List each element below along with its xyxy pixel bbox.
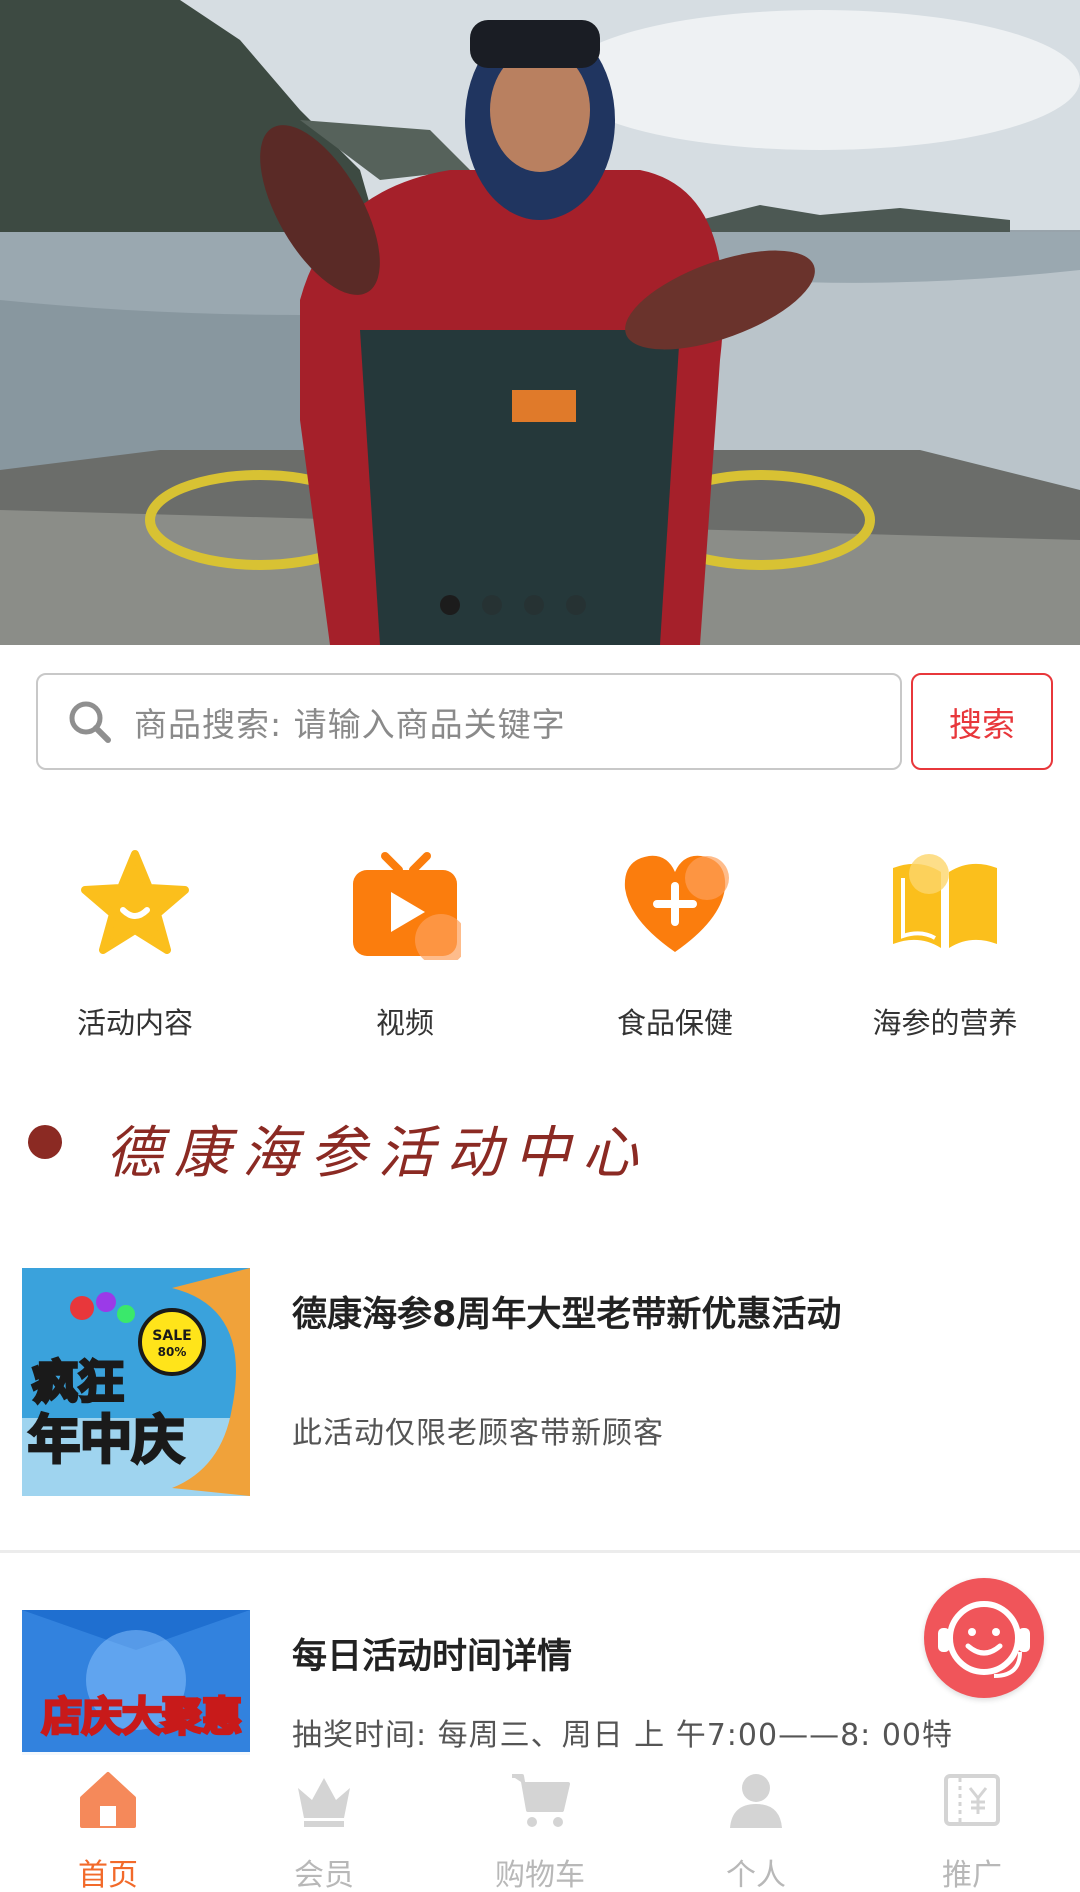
heart-plus-icon <box>624 855 729 952</box>
quick-menu: 活动内容 视频 食品保健 海参的营养 <box>0 840 1080 1040</box>
activity-desc: 此活动仅限老顾客带新顾客 <box>292 1416 664 1451</box>
tab-label: 推广 <box>942 1858 1002 1892</box>
search-input[interactable]: 商品搜索: 请输入商品关键字 <box>36 673 902 770</box>
tab-label: 购物车 <box>495 1858 585 1892</box>
banner-carousel[interactable] <box>0 0 1080 645</box>
quick-item-label: 活动内容 <box>76 1006 193 1040</box>
tv-play-icon <box>353 852 461 960</box>
home-icon <box>80 1772 136 1828</box>
bottom-tab-bar: 首页 会员 购物车 个人 推广 <box>0 1752 1080 1892</box>
quick-item-nutrition[interactable]: 海参的营养 <box>810 840 1080 1040</box>
headset-smile-icon <box>938 1601 1030 1678</box>
tab-cart[interactable]: 购物车 <box>432 1752 648 1892</box>
tab-personal[interactable]: 个人 <box>648 1752 864 1892</box>
quick-item-video[interactable]: 视频 <box>270 840 540 1040</box>
carousel-dot[interactable] <box>482 595 502 615</box>
tab-label: 会员 <box>294 1858 354 1892</box>
promo-poster-image: 店庆大聚惠 <box>22 1610 250 1755</box>
activity-title: 德康海参8周年大型老带新优惠活动 <box>292 1295 842 1335</box>
tab-label: 个人 <box>726 1858 786 1892</box>
activity-item[interactable]: 店庆大聚惠 每日活动时间详情 抽奖时间: 每周三、周日 上 午7:00——8: … <box>0 1610 1080 1760</box>
tab-promote[interactable]: 推广 <box>864 1752 1080 1892</box>
activity-desc: 抽奖时间: 每周三、周日 上 午7:00——8: 00特 <box>292 1718 953 1753</box>
quick-item-activity[interactable]: 活动内容 <box>0 840 270 1040</box>
search-icon <box>69 701 111 743</box>
section-bullet <box>28 1125 62 1159</box>
svg-text:SALE: SALE <box>152 1328 191 1344</box>
activity-thumbnail: SALE 80% 疯狂 年中庆 <box>22 1268 250 1496</box>
activity-item[interactable]: SALE 80% 疯狂 年中庆 德康海参8周年大型老带新优惠活动 此活动仅限老顾… <box>0 1268 1080 1508</box>
quick-item-health[interactable]: 食品保健 <box>540 840 810 1040</box>
cart-icon <box>512 1774 570 1827</box>
svg-text:疯狂: 疯狂 <box>32 1355 124 1409</box>
star-smile-icon <box>81 850 189 954</box>
search-placeholder: 商品搜索: 请输入商品关键字 <box>134 704 566 744</box>
crown-icon <box>298 1778 350 1827</box>
svg-text:80%: 80% <box>158 1345 187 1359</box>
tab-home[interactable]: 首页 <box>0 1752 216 1892</box>
open-book-icon <box>893 854 997 948</box>
banner-photo <box>0 0 1080 645</box>
list-divider <box>0 1550 1080 1553</box>
customer-service-button[interactable] <box>924 1578 1044 1698</box>
quick-item-label: 视频 <box>375 1006 434 1040</box>
tab-label: 首页 <box>78 1858 138 1892</box>
yen-ticket-icon <box>944 1774 1000 1826</box>
svg-text:店庆大聚惠: 店庆大聚惠 <box>42 1694 242 1740</box>
tab-member[interactable]: 会员 <box>216 1752 432 1892</box>
quick-item-label: 海参的营养 <box>872 1006 1018 1040</box>
quick-item-label: 食品保健 <box>616 1006 733 1040</box>
person-icon <box>730 1774 782 1828</box>
activity-thumbnail: 店庆大聚惠 <box>22 1610 250 1755</box>
svg-text:年中庆: 年中庆 <box>28 1411 184 1471</box>
carousel-dot[interactable] <box>440 595 460 615</box>
carousel-dot[interactable] <box>524 595 544 615</box>
section-title: 德康海参活动中心 <box>106 1121 650 1186</box>
carousel-indicators <box>440 595 586 615</box>
activity-title: 每日活动时间详情 <box>292 1637 573 1677</box>
search-button[interactable]: 搜索 <box>911 673 1053 770</box>
promo-poster-image: SALE 80% 疯狂 年中庆 <box>22 1268 250 1496</box>
carousel-dot[interactable] <box>566 595 586 615</box>
